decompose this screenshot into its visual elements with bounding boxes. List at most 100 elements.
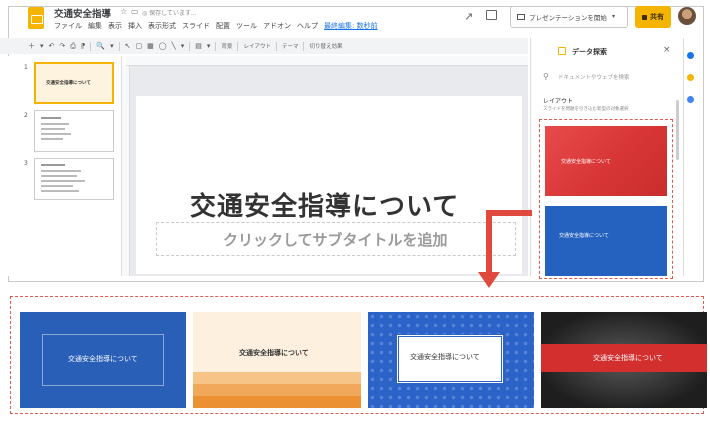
theme-preview-title: 交通安全指導について	[410, 353, 480, 361]
callout-arrow	[486, 210, 532, 216]
line-icon[interactable]: ╲	[172, 42, 176, 50]
print-icon[interactable]: ⎙	[70, 42, 76, 51]
menu-edit[interactable]: 編集	[88, 21, 102, 31]
share-button[interactable]: 共有	[635, 6, 671, 28]
menu-insert[interactable]: 挿入	[128, 21, 142, 31]
image-icon[interactable]: ▦	[147, 42, 154, 50]
slide-thumbnail-2[interactable]	[34, 110, 114, 152]
shape-icon[interactable]: ◯	[159, 42, 167, 50]
menu-tools[interactable]: ツール	[236, 21, 257, 31]
folder-icon[interactable]: ▭	[131, 7, 139, 16]
toolbar-divider	[90, 41, 92, 51]
toolbar-divider	[215, 41, 217, 51]
fill-dropdown-icon[interactable]: ▾	[207, 42, 211, 50]
layout-section-description: スライドを問題を引き込む新型の対象選択	[543, 107, 629, 112]
thumbnail-text-line	[41, 185, 73, 187]
undo-icon[interactable]: ↶	[49, 42, 55, 50]
panel-search-input[interactable]: ドキュメントやウェブを検索	[558, 73, 630, 81]
panel-title: データ探索	[572, 48, 607, 56]
present-button-label: プレゼンテーションを開始	[529, 14, 607, 22]
calendar-icon[interactable]	[687, 52, 694, 59]
menu-file[interactable]: ファイル	[54, 21, 82, 31]
menu-help[interactable]: ヘルプ	[297, 21, 318, 31]
horizontal-ruler[interactable]	[126, 56, 528, 66]
menu-bar: ファイル 編集 表示 挿入 表示形式 スライド 配置 ツール アドオン ヘルプ …	[54, 21, 378, 31]
toolbar-divider	[303, 41, 305, 51]
theme-preview-title: 交通安全指導について	[239, 349, 309, 357]
subtitle-placeholder-text[interactable]: クリックしてサブタイトルを追加	[223, 229, 448, 250]
gallery-theme-pattern[interactable]: 交通安全指導について	[368, 312, 534, 408]
activity-trend-icon[interactable]: ↗	[464, 10, 473, 23]
thumbnail-text-line	[41, 180, 85, 182]
document-title[interactable]: 交通安全指導	[54, 6, 111, 20]
zoom-icon[interactable]: 🔍	[96, 42, 105, 50]
layout-button[interactable]: レイアウト	[243, 42, 271, 50]
search-icon[interactable]: ⚲	[543, 72, 549, 81]
share-button-label: 共有	[650, 13, 664, 21]
panel-theme-red[interactable]: 交通安全指導について	[545, 126, 667, 196]
gallery-theme-dark[interactable]: 交通安全指導について	[541, 312, 707, 408]
zoom-dropdown-icon[interactable]: ▾	[110, 42, 114, 50]
background-button[interactable]: 背景	[221, 42, 232, 50]
save-status: ◎ 保存しています...	[142, 10, 197, 17]
theme-button[interactable]: テーマ	[282, 42, 299, 50]
thumbnail-title: 交通安全指導について	[46, 81, 91, 86]
thumbnail-text-line	[41, 190, 79, 192]
text-box-icon[interactable]: ▢	[135, 42, 142, 50]
panel-theme-blue[interactable]: 交通安全指導について	[545, 206, 667, 276]
thumbnail-text-line	[41, 138, 63, 140]
present-icon	[517, 14, 525, 20]
theme-preview-title: 交通安全指導について	[559, 233, 609, 239]
theme-preview-title: 交通安全指導について	[561, 159, 611, 165]
lock-icon	[642, 14, 647, 20]
present-button[interactable]: プレゼンテーションを開始	[510, 6, 628, 28]
new-slide-icon[interactable]: ＋	[28, 41, 35, 51]
comment-icon[interactable]	[486, 10, 497, 20]
thumbnail-text-line	[41, 170, 81, 172]
present-dropdown-icon[interactable]: ▾	[612, 13, 615, 20]
menu-view[interactable]: 表示	[108, 21, 122, 31]
slide-number: 2	[24, 112, 28, 119]
close-icon[interactable]: ×	[663, 45, 671, 55]
tasks-icon[interactable]	[687, 96, 694, 103]
new-slide-dropdown-icon[interactable]: ▾	[40, 42, 44, 50]
keep-icon[interactable]	[687, 74, 694, 81]
redo-icon[interactable]: ↷	[59, 42, 65, 50]
side-addon-strip	[683, 38, 696, 276]
toolbar-divider	[118, 41, 120, 51]
menu-slide[interactable]: スライド	[182, 21, 210, 31]
menu-addons[interactable]: アドオン	[263, 21, 291, 31]
callout-arrow-head	[478, 272, 500, 288]
toolbar-divider	[237, 41, 239, 51]
transition-button[interactable]: 切り替え効果	[309, 42, 342, 50]
slide-thumbnail-1[interactable]: 交通安全指導について	[34, 62, 114, 104]
menu-format[interactable]: 表示形式	[148, 21, 176, 31]
slide-thumbnail-3[interactable]	[34, 158, 114, 200]
last-edit-link[interactable]: 最終編集: 数秒前	[324, 21, 378, 31]
star-icon[interactable]: ☆	[120, 7, 127, 16]
vertical-ruler[interactable]	[122, 66, 130, 276]
thumbnail-text-line	[41, 117, 61, 119]
theme-stripe	[193, 384, 361, 396]
panel-scrollbar[interactable]	[676, 100, 679, 160]
theme-preview-title: 交通安全指導について	[593, 354, 663, 362]
user-avatar[interactable]	[678, 7, 696, 25]
explore-icon	[558, 47, 566, 55]
slide-number: 1	[24, 64, 28, 71]
toolbar-divider	[275, 41, 277, 51]
theme-stripe	[193, 396, 361, 408]
line-dropdown-icon[interactable]: ▾	[181, 42, 185, 50]
thumbnail-text-line	[41, 175, 77, 177]
callout-arrow	[486, 210, 492, 274]
slides-logo-icon[interactable]	[28, 7, 44, 29]
select-cursor-icon[interactable]: ↖	[125, 42, 131, 50]
comment-add-icon[interactable]: ▤	[195, 42, 202, 50]
paint-format-icon[interactable]: ⁋	[81, 42, 85, 50]
slide-number: 3	[24, 160, 28, 167]
thumbnail-text-line	[41, 133, 71, 135]
gallery-theme-orange[interactable]: 交通安全指導について	[193, 312, 361, 408]
gallery-theme-blue[interactable]: 交通安全指導について	[20, 312, 186, 408]
slide-title[interactable]: 交通安全指導について	[190, 186, 459, 223]
menu-arrange[interactable]: 配置	[216, 21, 230, 31]
page: 交通安全指導 ☆ ▭ ◎ 保存しています... ファイル 編集 表示 挿入 表示…	[0, 0, 710, 421]
